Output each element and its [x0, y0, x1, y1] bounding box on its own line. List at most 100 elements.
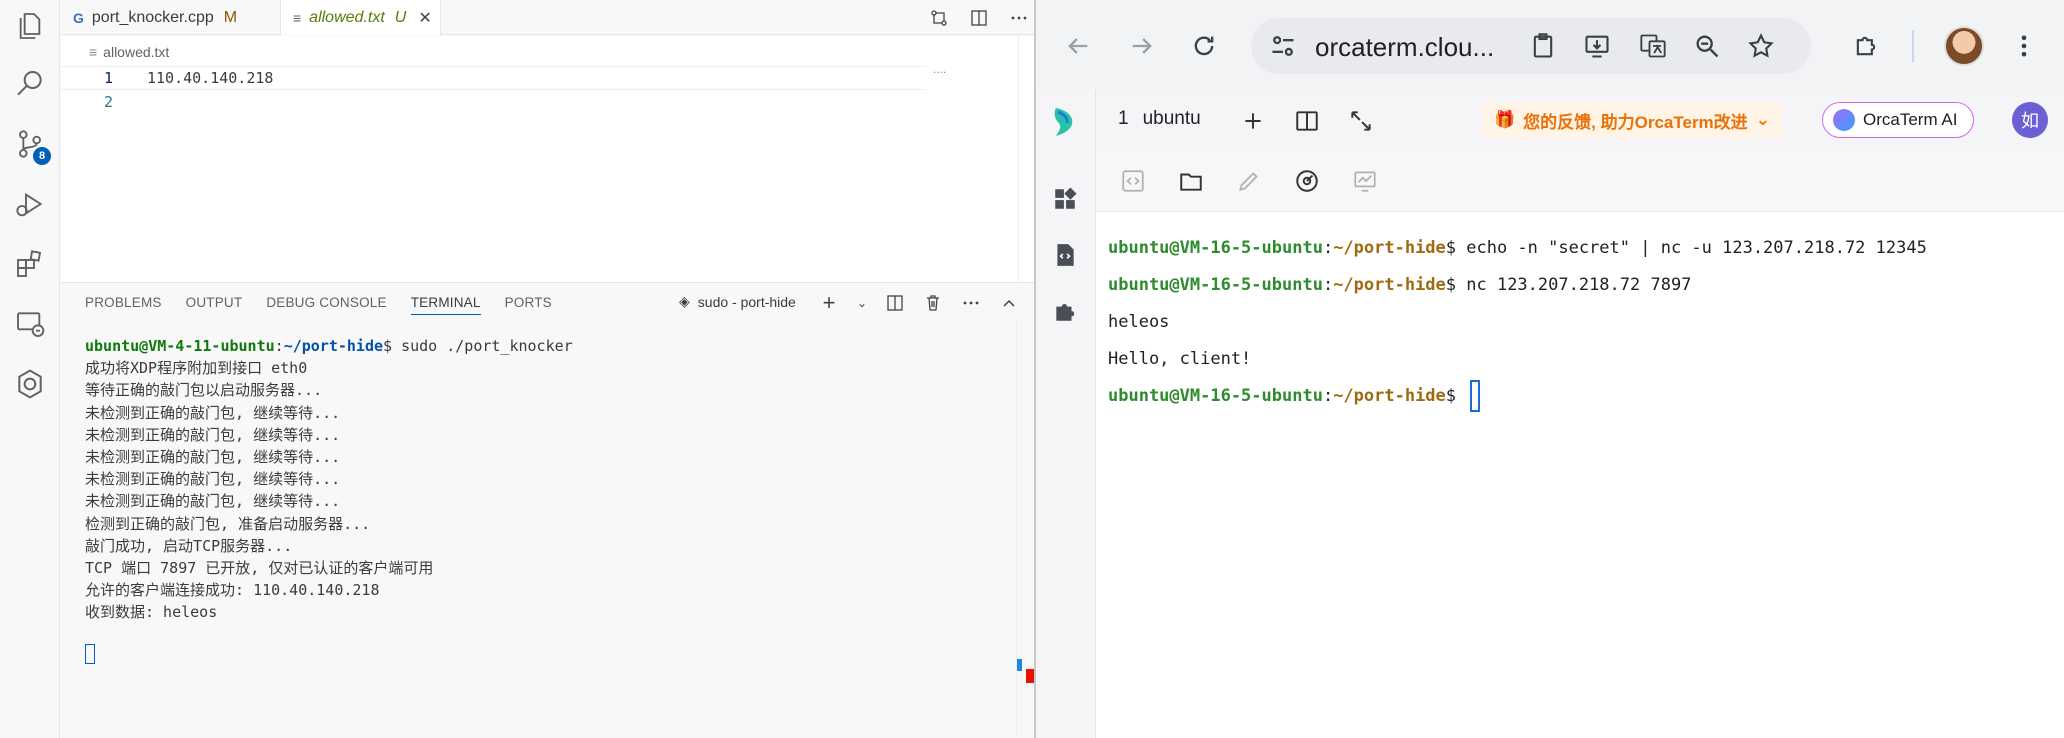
terminal-line: TCP 端口 7897 已开放, 仅对已认证的客户端可用: [85, 559, 434, 578]
more-actions-icon[interactable]: [1007, 6, 1031, 30]
prompt-user: ubuntu@VM-4-11-ubuntu: [85, 337, 275, 355]
new-terminal-icon[interactable]: +: [817, 290, 841, 315]
reload-icon[interactable]: [1186, 28, 1222, 64]
orcaterm-logo-icon: [1054, 108, 1073, 136]
terminal-line: 未检测到正确的敲门包, 继续等待...: [85, 492, 341, 511]
address-bar[interactable]: orcaterm.clou...: [1251, 18, 1811, 74]
tab-debug-console[interactable]: DEBUG CONSOLE: [266, 291, 386, 315]
chevron-down-icon[interactable]: ⌄: [855, 291, 869, 315]
terminal-selector[interactable]: ◈ sudo - port-hide: [679, 293, 796, 310]
breadcrumb[interactable]: ≡ allowed.txt: [89, 44, 169, 60]
file-lines-icon: ≡: [89, 44, 98, 60]
terminal-prompt-line: ubuntu@VM-4-11-ubuntu:~/port-hide$ sudo …: [85, 335, 573, 357]
terminal-line: Hello, client!: [1108, 349, 1252, 369]
profile-avatar[interactable]: [1944, 26, 1984, 66]
terminal-line: heleos: [1108, 312, 1170, 332]
session-number: 1: [1118, 108, 1129, 129]
trash-icon[interactable]: [921, 291, 945, 315]
terminal-line: 等待正确的敲门包以启动服务器...: [85, 381, 323, 400]
minimap[interactable]: ....: [933, 62, 946, 76]
untracked-status: U: [394, 8, 407, 26]
prompt-command: $: [1445, 386, 1467, 406]
apps-grid-icon[interactable]: [1052, 186, 1080, 214]
prompt-command: $ echo -n "secret" | nc -u 123.207.218.7…: [1445, 238, 1927, 258]
orcaterm-terminal[interactable]: ubuntu@VM-16-5-ubuntu: ~/port-hide $ echo …: [1108, 230, 1927, 415]
maximize-panel-icon[interactable]: [997, 291, 1021, 315]
dashboard-icon[interactable]: [1294, 168, 1322, 196]
prompt-command: $ sudo ./port_knocker: [383, 337, 573, 355]
tab-ports[interactable]: PORTS: [505, 291, 552, 315]
folder-icon[interactable]: [1178, 168, 1206, 196]
split-view-icon[interactable]: [1294, 108, 1322, 136]
prompt-sep: :: [1322, 275, 1334, 295]
browser-window: orcaterm.clou... 1 ubuntu 🎁 您的反馈, 助力Orca…: [1034, 0, 2064, 738]
tab-port-knocker[interactable]: G port_knocker.cpp M: [61, 0, 281, 35]
prompt-path: ~/port-hide: [1333, 386, 1446, 406]
close-tab-icon[interactable]: ✕: [418, 8, 431, 28]
new-session-icon[interactable]: [1240, 108, 1268, 136]
editor-area[interactable]: ≡ allowed.txt 1 110.40.140.218 2 ....: [61, 36, 1034, 282]
translate-icon[interactable]: [1639, 32, 1669, 62]
search-icon[interactable]: [12, 66, 48, 102]
feedback-label: 您的反馈, 助力OrcaTerm改进: [1523, 112, 1748, 132]
split-editor-icon[interactable]: [967, 6, 991, 30]
tab-allowed-txt[interactable]: ≡ allowed.txt U ✕: [281, 0, 441, 35]
extensions-puzzle-icon[interactable]: [1848, 28, 1884, 64]
bookmark-star-icon[interactable]: [1747, 32, 1777, 62]
terminal-line: 收到数据: heleos: [85, 603, 218, 622]
vscode-window: 8 G port_knocker.cpp M ≡ allowed.txt U ✕…: [0, 0, 1053, 738]
url-text[interactable]: orcaterm.clou...: [1315, 32, 1494, 63]
kubernetes-icon[interactable]: [12, 366, 48, 402]
tab-label: allowed.txt: [309, 8, 385, 26]
more-actions-icon[interactable]: [959, 291, 983, 315]
terminal-line: ubuntu@VM-16-5-ubuntu:~/port-hide$: [1108, 378, 1927, 415]
forward-icon[interactable]: [1124, 28, 1160, 64]
activity-bar: 8: [0, 0, 60, 738]
user-avatar[interactable]: 如: [2012, 102, 2048, 138]
prompt-user: ubuntu@VM-16-5-ubuntu: [1108, 275, 1323, 295]
zoom-out-icon[interactable]: [1693, 32, 1723, 62]
session-tab-ubuntu[interactable]: 1 ubuntu: [1118, 108, 1201, 130]
scroll-marker: [1026, 669, 1034, 683]
terminal-output[interactable]: ubuntu@VM-4-11-ubuntu:~/port-hide$ sudo …: [85, 335, 573, 624]
scroll-marker: [1017, 659, 1022, 671]
split-terminal-icon[interactable]: [883, 291, 907, 315]
run-debug-icon[interactable]: [12, 186, 48, 222]
prompt-path: ~/port-hide: [283, 337, 384, 355]
ai-logo-icon: [1833, 109, 1855, 131]
code-file-icon[interactable]: [1052, 242, 1080, 270]
extensions-icon[interactable]: [12, 246, 48, 282]
code-snippet-icon[interactable]: [1120, 168, 1148, 196]
site-settings-icon[interactable]: [1269, 32, 1299, 62]
editor-scrollbar[interactable]: [1018, 36, 1034, 282]
clipboard-icon[interactable]: [1529, 32, 1559, 62]
kebab-menu-icon[interactable]: [2006, 28, 2042, 64]
fullscreen-icon[interactable]: [1348, 108, 1376, 136]
terminal-cursor: [85, 644, 95, 664]
panel-actions: + ⌄: [817, 290, 1059, 315]
orcaterm-ai-button[interactable]: OrcaTerm AI: [1822, 102, 1975, 138]
edit-icon[interactable]: [1236, 168, 1264, 196]
editor-line[interactable]: 2: [61, 90, 921, 114]
breadcrumb-file[interactable]: allowed.txt: [103, 44, 169, 60]
install-app-icon[interactable]: [1583, 32, 1613, 62]
remote-explorer-icon[interactable]: [12, 306, 48, 342]
prompt-user: ubuntu@VM-16-5-ubuntu: [1108, 386, 1323, 406]
terminal-line: 检测到正确的敲门包, 准备启动服务器...: [85, 514, 371, 533]
tab-terminal[interactable]: TERMINAL: [410, 291, 481, 315]
session-name: ubuntu: [1142, 108, 1201, 129]
editor-actions: [927, 6, 1031, 30]
line-text: 110.40.140.218: [147, 69, 274, 87]
tab-output[interactable]: OUTPUT: [186, 291, 243, 315]
tab-problems[interactable]: PROBLEMS: [85, 291, 162, 315]
plugin-icon[interactable]: [1052, 298, 1080, 326]
back-icon[interactable]: [1060, 28, 1096, 64]
monitor-chart-icon[interactable]: [1352, 168, 1380, 196]
gift-icon: 🎁: [1494, 110, 1516, 129]
feedback-button[interactable]: 🎁 您的反馈, 助力OrcaTerm改进 ⌄: [1482, 102, 1782, 138]
terminal-line: 未检测到正确的敲门包, 继续等待...: [85, 403, 341, 422]
browser-toolbar: orcaterm.clou...: [1036, 0, 2064, 90]
compare-changes-icon[interactable]: [927, 6, 951, 30]
editor-line[interactable]: 1 110.40.140.218: [61, 66, 926, 90]
explorer-icon[interactable]: [12, 8, 48, 44]
